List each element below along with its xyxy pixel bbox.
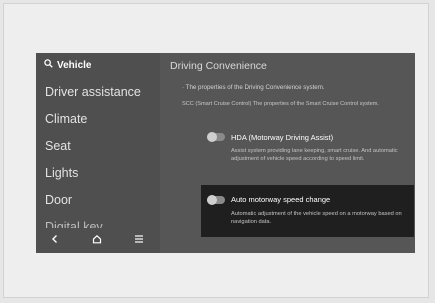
- search-icon: [44, 59, 53, 71]
- sidebar-header-label: Vehicle: [57, 59, 92, 71]
- back-button[interactable]: [47, 233, 63, 247]
- bottom-nav-bar: [36, 228, 160, 253]
- back-icon: [50, 231, 60, 249]
- sidebar-item-driver-assistance[interactable]: Driver assistance: [45, 85, 141, 99]
- home-button[interactable]: [89, 233, 105, 247]
- hda-toggle[interactable]: [207, 132, 225, 142]
- infotainment-screen: Vehicle Driver assistance Climate Seat L…: [36, 53, 415, 253]
- section-description: · The properties of the Driving Convenie…: [182, 84, 325, 91]
- sidebar: Vehicle Driver assistance Climate Seat L…: [36, 53, 160, 253]
- sidebar-item-seat[interactable]: Seat: [45, 139, 71, 153]
- auto-speed-change-description: Automatic adjustment of the vehicle spee…: [231, 211, 402, 225]
- menu-icon: [134, 231, 144, 249]
- sidebar-item-lights[interactable]: Lights: [45, 166, 78, 180]
- sidebar-item-climate[interactable]: Climate: [45, 112, 87, 126]
- home-icon: [92, 231, 102, 249]
- hda-description: Assist system providing lane keeping, sm…: [231, 148, 398, 162]
- settings-panel: Driving Convenience · The properties of …: [160, 53, 415, 253]
- auto-speed-change-title: Auto motorway speed change: [231, 195, 331, 204]
- option-auto-speed-change[interactable]: Auto motorway speed change Automatic adj…: [201, 185, 414, 237]
- page-frame: Vehicle Driver assistance Climate Seat L…: [3, 3, 429, 298]
- page-title: Driving Convenience: [170, 60, 267, 72]
- hda-title: HDA (Motorway Driving Assist): [231, 133, 334, 142]
- sidebar-item-door[interactable]: Door: [45, 193, 72, 207]
- auto-speed-change-toggle[interactable]: [207, 195, 225, 205]
- scc-description: SCC (Smart Cruise Control) The propertie…: [182, 101, 379, 107]
- menu-button[interactable]: [131, 233, 147, 247]
- sidebar-header[interactable]: Vehicle: [44, 59, 91, 71]
